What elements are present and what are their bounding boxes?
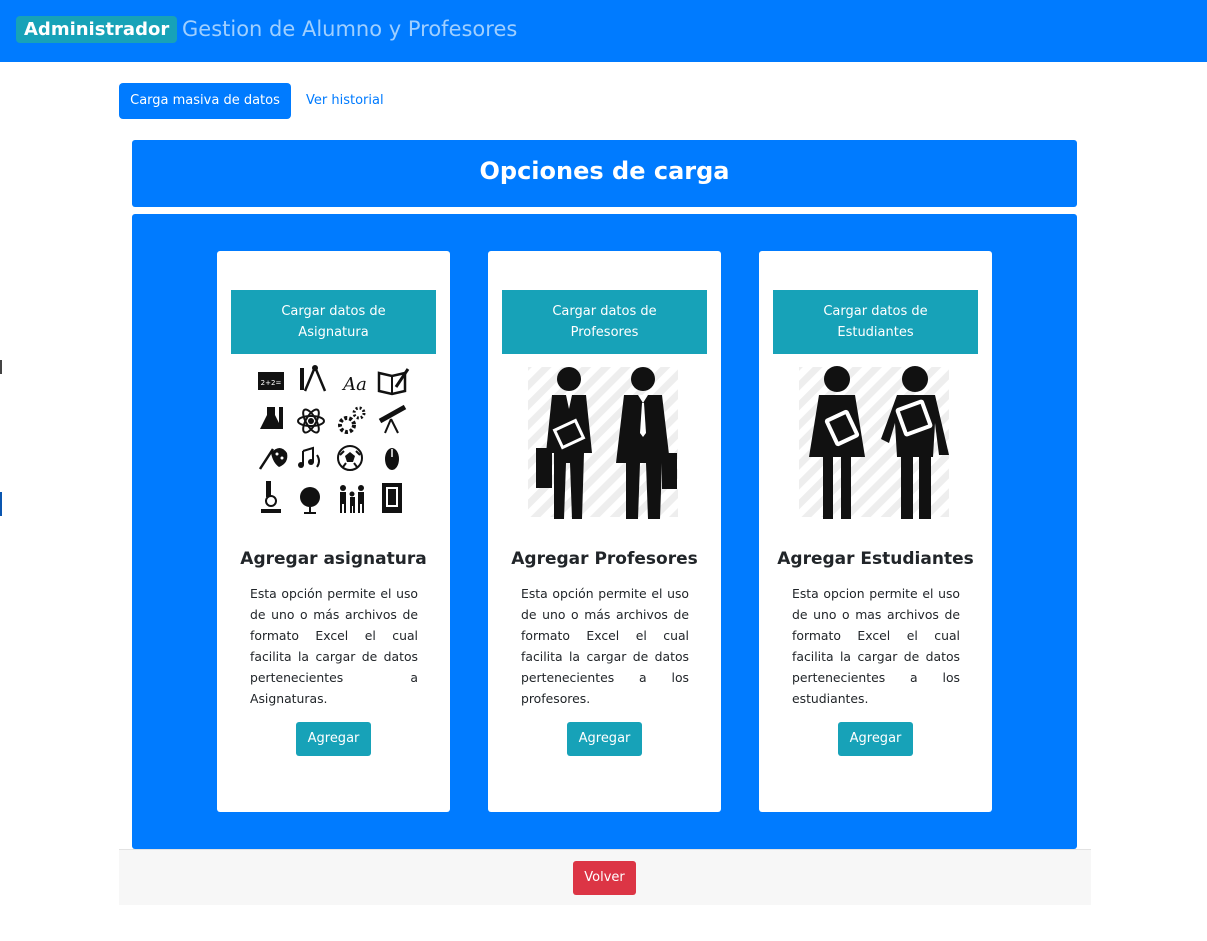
add-estudiantes-button[interactable]: Agregar (838, 722, 913, 756)
window-edge-mark (0, 360, 2, 374)
teachers-icon (528, 367, 678, 519)
card-description: Esta opción permite el uso de uno o más … (521, 586, 689, 706)
card-header-line: Asignatura (298, 325, 369, 340)
students-icon (799, 366, 949, 519)
card-title: Agregar asignatura (240, 549, 427, 569)
app-title[interactable]: Gestion de Alumno y Profesores (182, 16, 517, 42)
tab-ver-historial[interactable]: Ver historial (306, 83, 384, 119)
card-header: Cargar datos de Profesores (502, 290, 707, 354)
panel-title: Opciones de carga (132, 140, 1077, 207)
card-header: Cargar datos de Estudiantes (773, 290, 978, 354)
add-profesores-button[interactable]: Agregar (567, 722, 642, 756)
card-profesores: Cargar datos de Profesores Agregar Profe… (488, 251, 721, 812)
school-subjects-icon: 2+2= Aa (258, 365, 410, 514)
card-header-line: Profesores (570, 325, 639, 340)
card-description: Esta opcion permite el uso de uno o mas … (792, 586, 960, 706)
add-asignatura-button[interactable]: Agregar (296, 722, 371, 756)
card-description: Esta opción permite el uso de uno o más … (250, 586, 418, 706)
window-edge-mark (0, 492, 2, 516)
card-header-line: Cargar datos de (823, 304, 928, 319)
card-asignatura: Cargar datos de Asignatura 2+2= Aa Agreg… (217, 251, 450, 812)
card-header: Cargar datos de Asignatura (231, 290, 436, 354)
card-header-line: Cargar datos de (552, 304, 657, 319)
card-header-line: Estudiantes (837, 325, 914, 340)
back-button[interactable]: Volver (573, 861, 636, 895)
footer: Volver (119, 849, 1091, 905)
tab-carga-masiva[interactable]: Carga masiva de datos (119, 83, 291, 119)
card-title: Agregar Profesores (511, 549, 698, 569)
navbar: Administrador Gestion de Alumno y Profes… (0, 0, 1207, 62)
brand-badge[interactable]: Administrador (16, 16, 178, 43)
card-estudiantes: Cargar datos de Estudiantes Agregar Estu… (759, 251, 992, 812)
card-header-line: Cargar datos de (281, 304, 386, 319)
svg-text:2+2=: 2+2= (261, 379, 282, 387)
svg-text:Aa: Aa (341, 374, 367, 395)
card-title: Agregar Estudiantes (777, 549, 974, 569)
